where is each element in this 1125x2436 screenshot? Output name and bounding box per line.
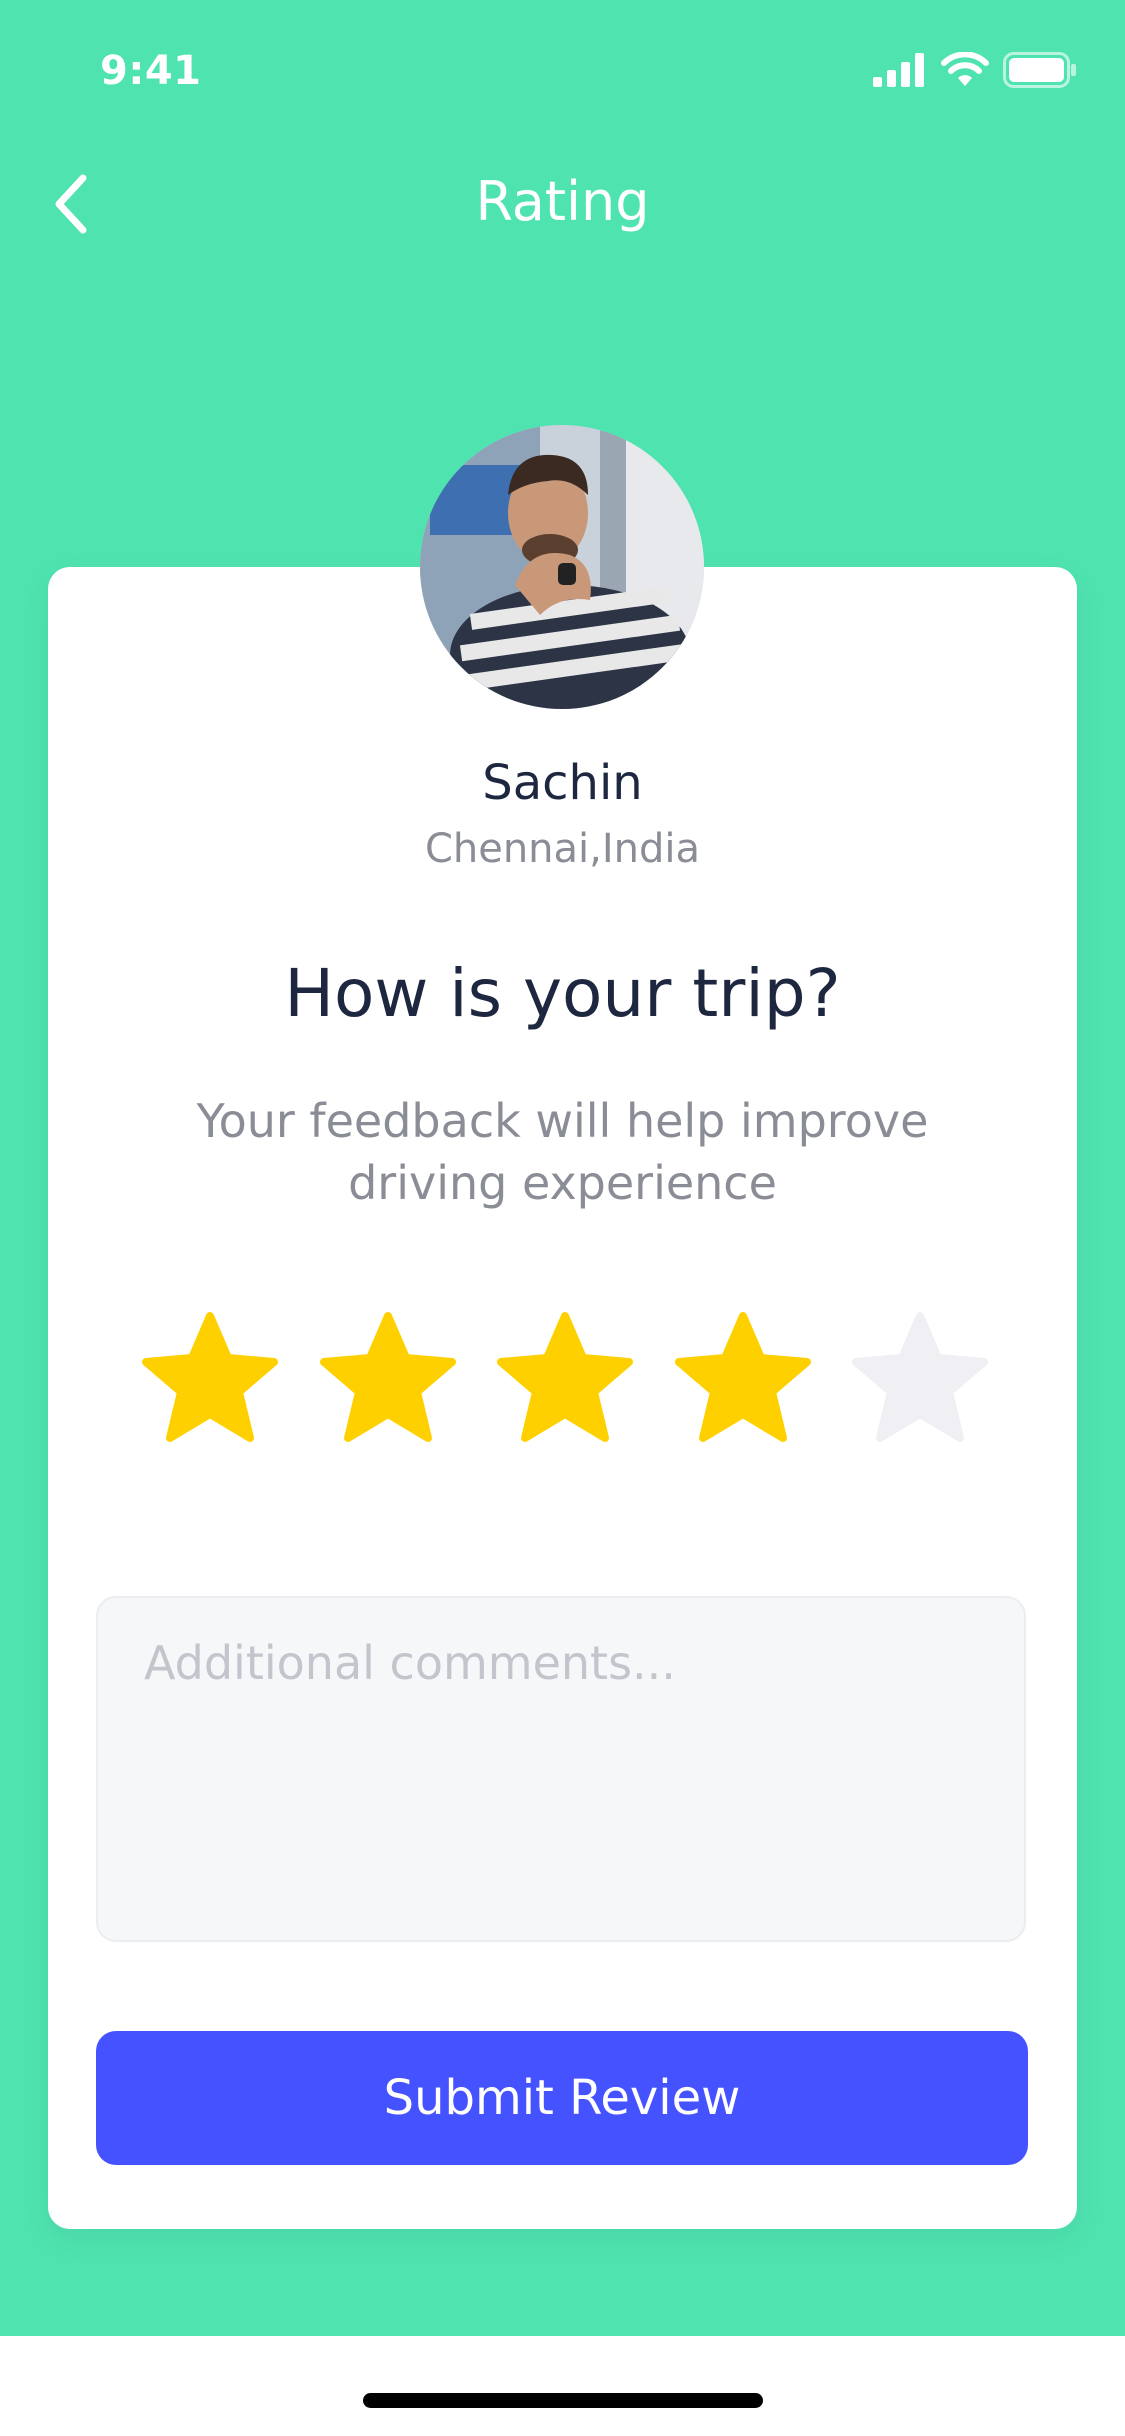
status-time: 9:41 (100, 48, 202, 94)
star-icon[interactable] (495, 1310, 635, 1450)
wifi-icon (941, 52, 989, 86)
star-icon[interactable] (673, 1310, 813, 1450)
cellular-signal-icon (873, 53, 924, 87)
feedback-hint: Your feedback will help improve driving … (196, 1094, 929, 1210)
status-bar: 9:41 (0, 0, 1125, 140)
driver-location: Chennai,India (424, 826, 701, 872)
driver-avatar (420, 425, 704, 709)
comments-field[interactable] (96, 1596, 1026, 1942)
rating-question: How is your trip? (284, 955, 841, 1032)
battery-icon (1003, 52, 1076, 88)
star-rating (140, 1310, 990, 1450)
star-icon[interactable] (140, 1310, 280, 1450)
star-icon[interactable] (318, 1310, 458, 1450)
avatar-photo (420, 425, 704, 709)
home-indicator (363, 2393, 763, 2408)
page-title: Rating (475, 170, 650, 233)
star-icon[interactable] (850, 1310, 990, 1450)
status-icons (873, 52, 1077, 88)
submit-review-button[interactable]: Submit Review (96, 2031, 1028, 2165)
navigation-bar: Rating (0, 150, 1125, 260)
driver-name: Sachin (482, 755, 643, 811)
